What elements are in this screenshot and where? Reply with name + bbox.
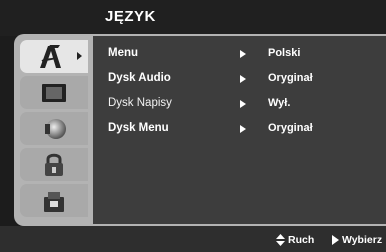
tab-audio[interactable] bbox=[20, 112, 88, 145]
move-label: Ruch bbox=[288, 234, 315, 246]
menu-row-disk-menu[interactable]: Dysk Menu Oryginał bbox=[108, 122, 378, 140]
tab-lock[interactable] bbox=[20, 148, 88, 181]
settings-icon bbox=[44, 191, 64, 212]
row-label: Menu bbox=[108, 47, 139, 59]
row-value: Oryginał bbox=[268, 72, 313, 84]
row-value: Oryginał bbox=[268, 122, 313, 134]
tab-arrow bbox=[77, 52, 82, 60]
move-hint: Ruch bbox=[276, 234, 314, 246]
row-value: Wył. bbox=[268, 97, 291, 109]
row-arrow bbox=[240, 100, 246, 108]
row-label: Dysk Napisy bbox=[108, 97, 172, 109]
settings-screen: JĘZYK Menu Polski Dysk Audio Oryginał Dy… bbox=[0, 0, 386, 252]
row-label: Dysk Menu bbox=[108, 122, 169, 134]
select-hint: Wybierz bbox=[332, 234, 382, 246]
tab-display[interactable] bbox=[20, 76, 88, 109]
title-bar: JĘZYK bbox=[0, 0, 386, 36]
display-icon bbox=[42, 83, 66, 102]
select-label: Wybierz bbox=[342, 234, 383, 246]
status-bar: Ruch Wybierz bbox=[0, 226, 386, 252]
up-down-arrows-icon bbox=[276, 234, 285, 246]
row-arrow bbox=[240, 50, 246, 58]
page-title: JĘZYK bbox=[105, 8, 156, 25]
row-arrow bbox=[240, 125, 246, 133]
speaker-icon bbox=[45, 118, 66, 139]
padlock-icon bbox=[45, 153, 63, 176]
right-arrow-icon bbox=[332, 235, 339, 245]
row-value: Polski bbox=[268, 47, 301, 59]
row-arrow bbox=[240, 75, 246, 83]
tab-other[interactable] bbox=[20, 184, 88, 217]
menu-row-menu[interactable]: Menu Polski bbox=[108, 47, 378, 65]
language-icon bbox=[40, 44, 61, 68]
menu-row-disk-audio[interactable]: Dysk Audio Oryginał bbox=[108, 72, 378, 90]
tab-language[interactable] bbox=[20, 40, 88, 73]
row-label: Dysk Audio bbox=[108, 72, 171, 84]
menu-row-disk-subtitles[interactable]: Dysk Napisy Wył. bbox=[108, 97, 378, 115]
